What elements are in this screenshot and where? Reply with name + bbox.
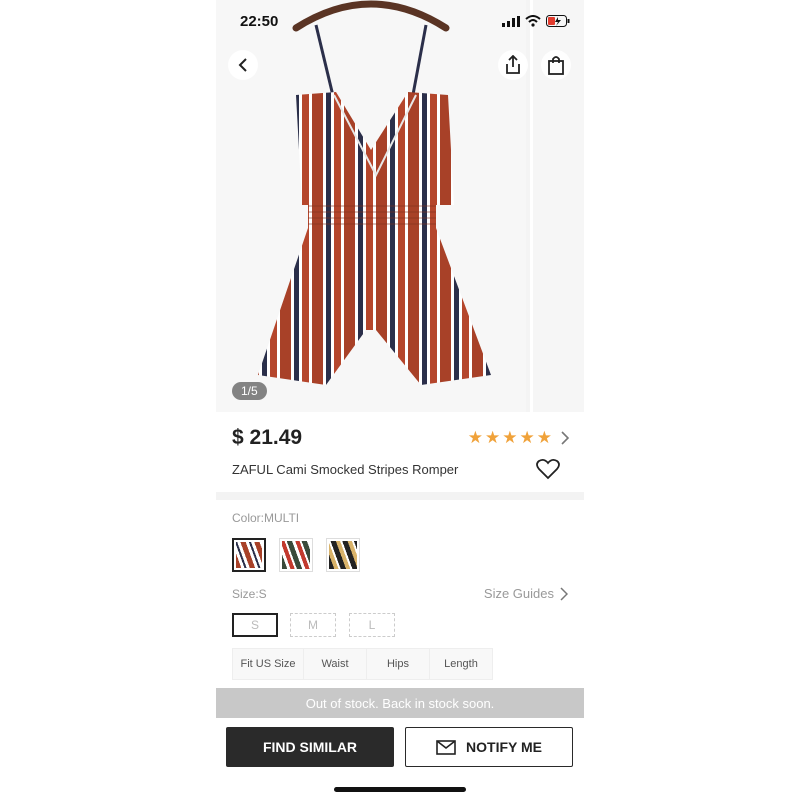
size-table-header: Fit US Size: [232, 648, 304, 680]
size-table-header: Length: [429, 648, 493, 680]
chevron-right-icon: [560, 586, 568, 601]
star-icon: ★: [536, 428, 552, 447]
rating-stars[interactable]: ★ ★ ★ ★ ★: [468, 429, 570, 447]
size-guide-label: Size Guides: [483, 586, 554, 601]
size-table-header: Waist: [303, 648, 367, 680]
shopping-bag-icon: [548, 56, 564, 75]
size-label: Size:S: [232, 587, 267, 601]
wifi-icon: [525, 15, 541, 27]
star-icon: ★: [519, 428, 535, 447]
product-photo[interactable]: [216, 0, 526, 412]
notify-me-button[interactable]: NOTIFY ME: [405, 727, 573, 767]
battery-icon: [546, 15, 570, 27]
color-swatch-black-gold[interactable]: [326, 538, 360, 572]
size-table: Fit US Size Waist Hips Length: [232, 648, 493, 680]
find-similar-button[interactable]: FIND SIMILAR: [226, 727, 394, 767]
chevron-right-icon: [561, 431, 570, 445]
wishlist-button[interactable]: [536, 458, 560, 485]
color-label: Color:MULTI: [232, 511, 300, 525]
size-option-s[interactable]: S: [232, 613, 278, 637]
stock-status-bar: Out of stock. Back in stock soon.: [216, 688, 584, 718]
chevron-left-icon: [238, 58, 247, 72]
star-icon: ★: [467, 428, 483, 447]
status-time: 22:50: [240, 13, 279, 30]
product-price: $ 21.49: [232, 426, 303, 449]
cart-button[interactable]: [541, 50, 571, 80]
status-icons: [502, 15, 570, 27]
back-button[interactable]: [228, 50, 258, 80]
heart-icon: [536, 458, 560, 480]
signal-icon: [502, 15, 520, 27]
star-icon: ★: [485, 428, 501, 447]
home-indicator: [334, 787, 466, 792]
star-icon: ★: [502, 428, 518, 447]
photo-counter: 1/5: [232, 382, 267, 400]
size-option-l[interactable]: L: [349, 613, 395, 637]
color-swatch-green-red[interactable]: [279, 538, 313, 572]
product-title: ZAFUL Cami Smocked Stripes Romper: [232, 462, 459, 477]
notify-me-label: NOTIFY ME: [466, 739, 542, 755]
size-option-m[interactable]: M: [290, 613, 336, 637]
share-icon: [506, 55, 520, 74]
mail-icon: [436, 739, 456, 755]
product-gallery[interactable]: 22:50 1/5: [216, 0, 584, 412]
size-guide-link[interactable]: Size Guides: [484, 586, 568, 601]
color-swatch-multi[interactable]: [232, 538, 266, 572]
size-table-header: Hips: [366, 648, 430, 680]
share-button[interactable]: [498, 50, 528, 80]
product-page: 22:50 1/5 $ 21.49 ★ ★ ★ ★ ★ ZAFUL Cami S…: [216, 0, 584, 800]
romper-image: [258, 0, 491, 385]
section-divider: [216, 492, 584, 500]
